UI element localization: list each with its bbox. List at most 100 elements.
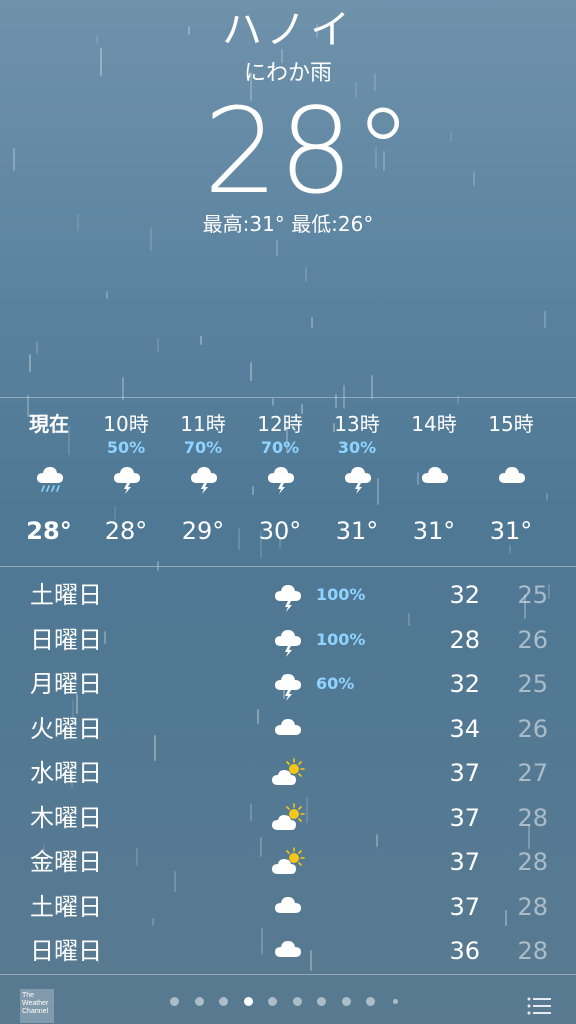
- thunder-cloud-icon: [270, 579, 306, 613]
- cloud-icon: [496, 461, 528, 493]
- cloud-icon: [270, 935, 306, 969]
- high-temperature: 32: [449, 581, 480, 609]
- hour-label: 15時: [488, 412, 534, 436]
- thunder-cloud-icon: [270, 668, 306, 702]
- page-dot[interactable]: [366, 997, 375, 1006]
- daily-row: 木曜日 37 28: [0, 796, 576, 840]
- hour-temperature: 29°: [181, 517, 225, 545]
- high-temperature: 37: [449, 803, 480, 832]
- list-icon[interactable]: [527, 997, 551, 1015]
- daily-row: 金曜日 37 28: [0, 840, 576, 884]
- daily-row: 土曜日 100% 32 25: [0, 573, 576, 617]
- daily-row: 火曜日 34 26: [0, 707, 576, 751]
- low-temperature: 27: [517, 759, 548, 787]
- high-temperature: 37: [449, 848, 480, 876]
- hour-label: 11時: [180, 412, 226, 436]
- hour-temperature: 31°: [489, 517, 533, 545]
- page-dot[interactable]: [170, 997, 179, 1006]
- thunder-cloud-icon: [342, 461, 374, 494]
- page-dot[interactable]: [317, 997, 326, 1006]
- high-temperature: 28: [449, 625, 480, 654]
- precipitation-chance: 60%: [316, 674, 355, 693]
- hour-label: 10時: [103, 412, 149, 436]
- high-temperature: 34: [449, 714, 480, 743]
- page-dot[interactable]: [219, 997, 228, 1006]
- current-temperature: 28°: [203, 82, 413, 220]
- hour-label: 13時: [334, 412, 380, 436]
- hourly-item: 12時 70% 30°: [241, 398, 319, 566]
- high-temperature: 32: [449, 670, 480, 698]
- hour-temperature: 28°: [104, 517, 148, 545]
- hourly-item: 14時 31°: [395, 398, 473, 566]
- raindrop: [305, 267, 307, 282]
- current-weather-header: ハノイ にわか雨 28° 最高:31° 最低:26°: [0, 0, 576, 238]
- page-dot-active[interactable]: [243, 997, 253, 1006]
- page-dot[interactable]: [292, 997, 302, 1006]
- high-temperature: 37: [449, 759, 480, 787]
- hourly-item: 11時 70% 29°: [164, 398, 242, 566]
- city-name: ハノイ: [222, 7, 354, 53]
- low-temperature: 28: [517, 892, 548, 921]
- hourly-item: 現在 28°: [10, 398, 88, 566]
- day-name: 水曜日: [30, 759, 102, 787]
- hour-label: 14時: [411, 412, 457, 436]
- day-name: 日曜日: [30, 625, 102, 654]
- raindrop: [311, 317, 313, 328]
- low-temperature: 26: [517, 625, 548, 654]
- low-temperature: 25: [517, 670, 548, 698]
- thunder-cloud-icon: [111, 461, 143, 494]
- high-temperature: 36: [449, 937, 480, 965]
- raindrop: [371, 375, 373, 399]
- hour-temperature: 30°: [258, 517, 302, 545]
- hour-label: 12時: [257, 412, 303, 436]
- cloud-icon: [419, 461, 451, 493]
- hour-temperature: 31°: [412, 517, 456, 545]
- low-temperature: 26: [517, 714, 548, 743]
- low-temperature: 25: [517, 581, 548, 609]
- hourly-item: 1643: [549, 398, 576, 566]
- page-dot[interactable]: [268, 997, 277, 1006]
- low-temperature: 28: [517, 803, 548, 832]
- cloud-icon: [270, 713, 306, 747]
- raindrop: [544, 311, 546, 328]
- hourly-item: 15時 31°: [472, 398, 550, 566]
- hourly-item: 10時 50% 28°: [87, 398, 165, 566]
- raindrop: [36, 341, 38, 354]
- hour-label: 16: [549, 412, 576, 436]
- raindrop: [157, 338, 159, 353]
- high-low-temperature: 最高:31° 最低:26°: [202, 212, 374, 236]
- footer-bar: The Weather Channel: [0, 974, 576, 1024]
- day-name: 木曜日: [30, 803, 102, 832]
- weather-channel-logo[interactable]: The Weather Channel: [20, 989, 54, 1023]
- page-dot[interactable]: [341, 997, 351, 1006]
- daily-row: 月曜日 60% 32 25: [0, 662, 576, 706]
- low-temperature: 28: [517, 937, 548, 965]
- partly-sunny-icon: [270, 757, 306, 791]
- partly-sunny-icon: [270, 846, 306, 880]
- raindrop: [250, 362, 252, 381]
- hour-label: 現在: [29, 412, 69, 436]
- partly-sunny-icon: [270, 802, 306, 836]
- day-name: 日曜日: [30, 937, 102, 965]
- hour-temperature: 28°: [26, 517, 72, 545]
- hourly-item: 13時 30% 31°: [318, 398, 396, 566]
- precipitation-chance: 70%: [183, 438, 223, 457]
- thunder-cloud-icon: [265, 461, 297, 494]
- day-name: 金曜日: [30, 848, 102, 876]
- precipitation-chance: 100%: [316, 585, 366, 604]
- cloud-icon: [270, 891, 306, 925]
- hourly-forecast[interactable]: 現在 28° 10時 50% 28° 11時 70% 29° 12時 70% 30° 13時 30% 31…: [0, 397, 576, 567]
- page-dot[interactable]: [194, 997, 204, 1006]
- thunder-cloud-icon: [270, 624, 306, 658]
- hour-temperature: 31°: [335, 517, 379, 545]
- page-dot[interactable]: [392, 999, 398, 1004]
- daily-row: 土曜日 37 28: [0, 885, 576, 929]
- thunder-cloud-icon: [188, 461, 220, 494]
- raindrop: [276, 240, 278, 256]
- daily-row: 日曜日 100% 28 26: [0, 618, 576, 662]
- precipitation-chance: 100%: [316, 629, 366, 649]
- day-name: 火曜日: [30, 714, 102, 743]
- hour-temperature: 3: [549, 516, 576, 546]
- precipitation-chance: 50%: [106, 438, 146, 457]
- precipitation-chance: 30%: [337, 438, 377, 457]
